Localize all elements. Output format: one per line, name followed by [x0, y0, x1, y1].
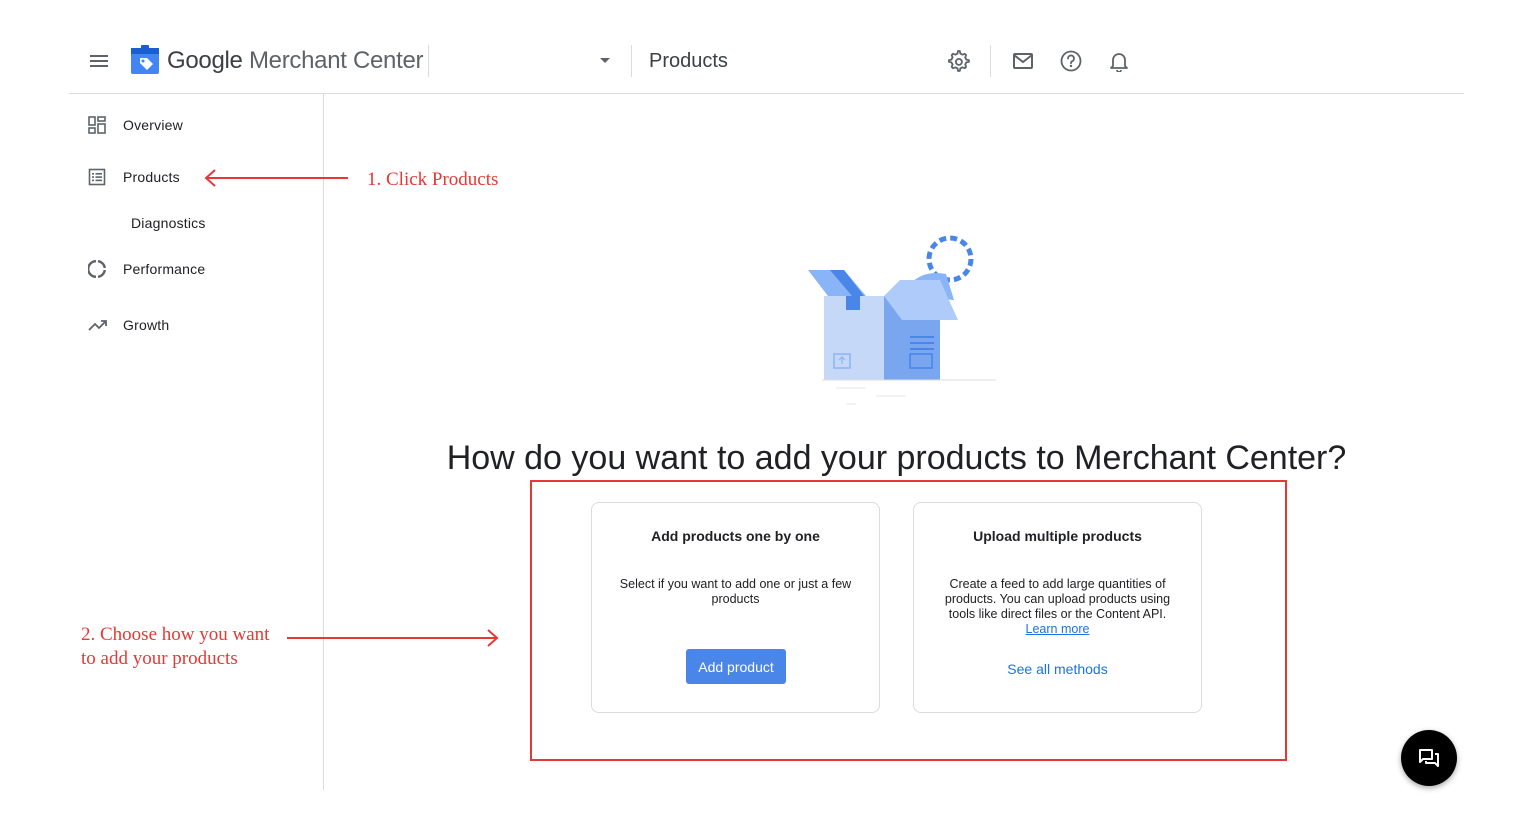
main-menu-icon[interactable] [85, 47, 113, 75]
learn-more-link[interactable]: Learn more [1026, 622, 1090, 636]
help-icon[interactable] [1057, 47, 1085, 75]
add-product-button[interactable]: Add product [686, 649, 786, 684]
sidebar-item-performance[interactable]: Performance [88, 253, 205, 285]
card-title: Upload multiple products [973, 528, 1142, 544]
sidebar-item-products[interactable]: Products [88, 161, 180, 193]
sidebar-item-label: Growth [123, 317, 170, 333]
chat-bubble-icon [1418, 748, 1440, 768]
card-description: Select if you want to add one or just a … [619, 577, 852, 606]
see-all-methods-link[interactable]: See all methods [914, 661, 1201, 677]
card-description-text: Create a feed to add large quantities of… [944, 577, 1171, 621]
trending-up-icon [88, 315, 114, 335]
header-divider [631, 45, 632, 77]
sidebar-item-growth[interactable]: Growth [88, 309, 169, 341]
annotation-step2-line1: 2. Choose how you want [81, 624, 270, 645]
list-icon [88, 167, 114, 187]
card-upload-multiple[interactable]: Upload multiple products Create a feed t… [913, 502, 1202, 713]
card-title: Add products one by one [651, 528, 820, 544]
chat-support-button[interactable] [1401, 730, 1457, 786]
header-divider [428, 45, 429, 77]
merchant-center-logo-icon [130, 45, 160, 75]
annotation-step1: 1. Click Products [367, 169, 499, 190]
sidebar-item-overview[interactable]: Overview [88, 109, 183, 141]
annotation-arrow-products [203, 168, 349, 188]
sidebar-subitem-spacer [96, 213, 122, 233]
logo-product-text: Merchant Center [248, 47, 424, 74]
donut-chart-icon [88, 259, 114, 279]
annotation-step2-line2: to add your products [81, 648, 238, 669]
merchant-center-logo[interactable]: Google Merchant Center [167, 46, 424, 76]
page-title: Products [649, 50, 728, 72]
logo-google-text: Google [167, 47, 243, 74]
dashboard-icon [88, 115, 114, 135]
header-divider [990, 45, 991, 77]
open-box-illustration [806, 230, 998, 406]
mail-icon[interactable] [1009, 47, 1037, 75]
sidebar-item-label: Overview [123, 117, 183, 133]
dropdown-arrow-icon [595, 57, 615, 65]
sidebar-item-label: Products [123, 169, 180, 185]
card-description: Create a feed to add large quantities of… [934, 577, 1181, 637]
sidebar-item-diagnostics[interactable]: Diagnostics [96, 207, 206, 239]
annotation-arrow-choose [287, 628, 500, 648]
account-selector[interactable] [440, 46, 615, 76]
sidebar-item-label: Diagnostics [131, 215, 206, 231]
card-add-one-by-one[interactable]: Add products one by one Select if you wa… [591, 502, 880, 713]
settings-gear-icon[interactable] [944, 47, 972, 75]
sidebar-item-label: Performance [123, 261, 206, 277]
page-headline: How do you want to add your products to … [446, 439, 1347, 477]
notifications-bell-icon[interactable] [1105, 47, 1133, 75]
header-divider-line [69, 93, 1464, 94]
